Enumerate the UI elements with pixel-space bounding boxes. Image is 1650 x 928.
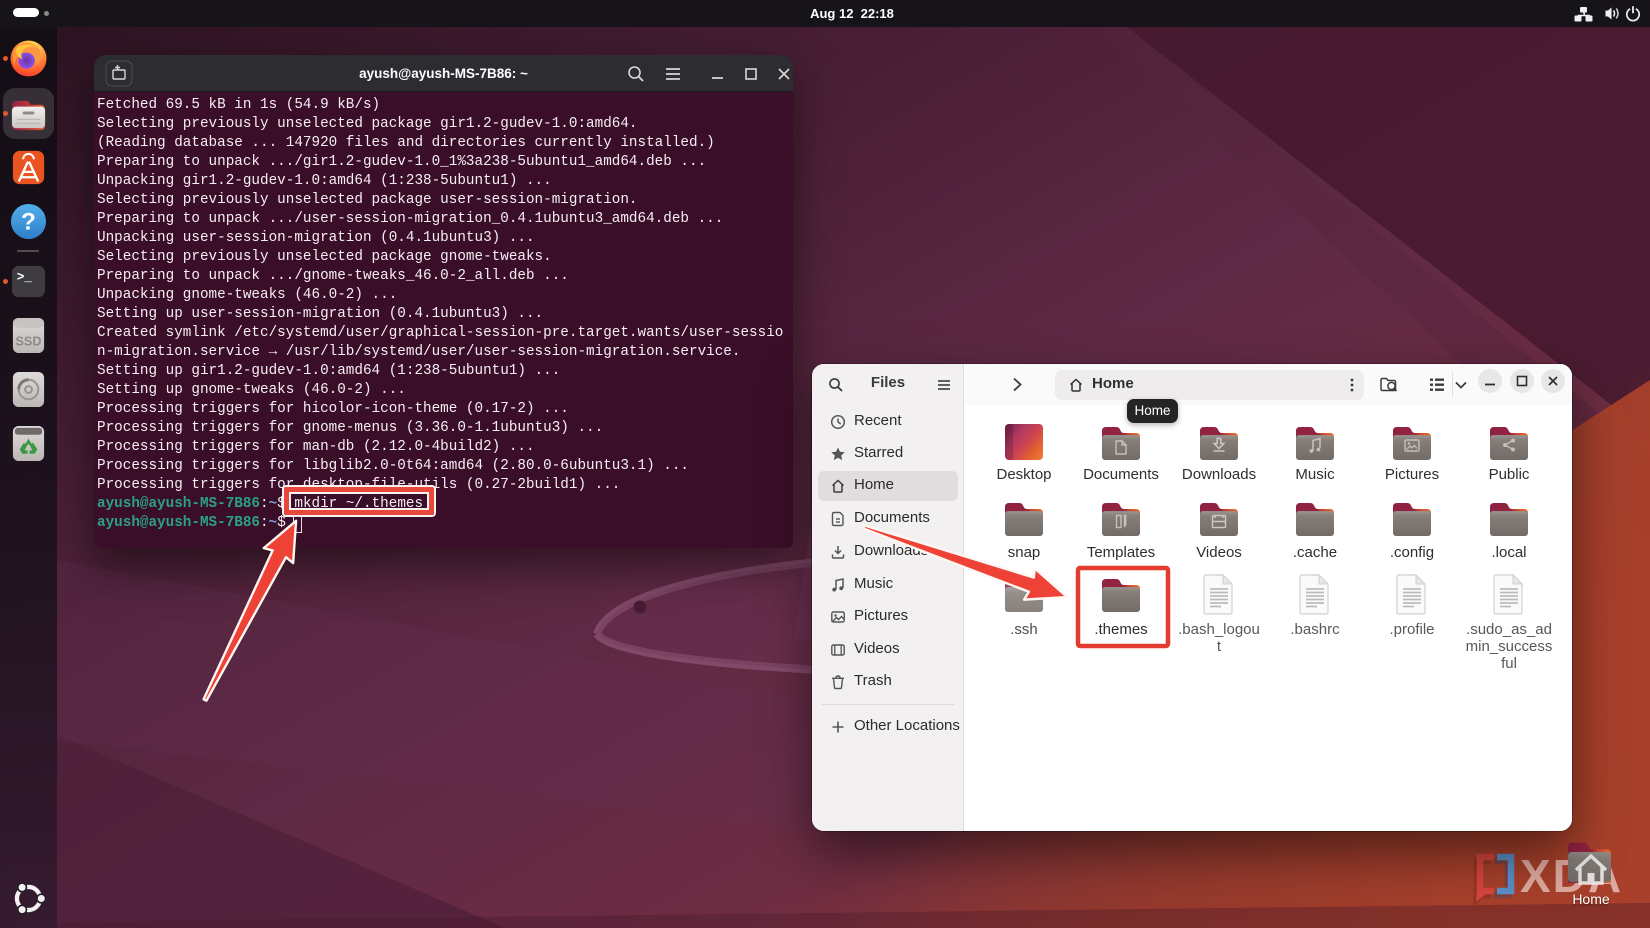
svg-text:>_: >_: [17, 270, 33, 285]
svg-text:SSD: SSD: [15, 334, 41, 348]
svg-text:?: ?: [21, 208, 36, 235]
